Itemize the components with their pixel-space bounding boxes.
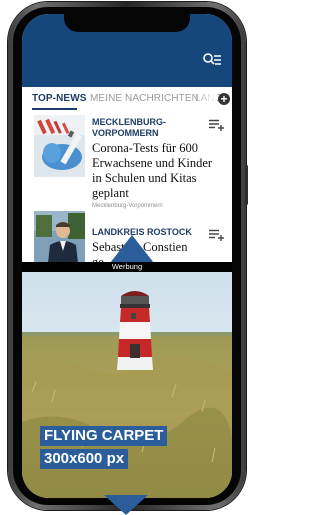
headline-line: Corona-Tests für 600	[92, 141, 199, 155]
article-kicker: MECKLENBURG- VORPOMMERN	[92, 117, 202, 138]
phone-side-button	[245, 165, 248, 205]
article-thumbnail	[34, 211, 85, 263]
tab-fade	[192, 87, 217, 109]
save-list-icon[interactable]	[209, 118, 225, 131]
tab-meine-nachrichten[interactable]: MEINE NACHRICHTEN	[90, 93, 199, 104]
article-headline[interactable]: Corona-Tests für 600 Erwachsene und Kind…	[92, 141, 227, 201]
tab-top-news[interactable]: TOP-NEWS	[32, 93, 87, 104]
search-menu-icon[interactable]	[202, 52, 222, 68]
article-thumbnail	[34, 115, 85, 177]
ad-size: 300x600 px	[40, 449, 129, 469]
tab-bar: TOP-NEWS MEINE NACHRICHTEN LAND +	[22, 87, 232, 111]
kicker-line: MECKLENBURG-	[92, 117, 166, 127]
add-icon[interactable]: +	[218, 93, 230, 105]
flying-carpet-ad[interactable]: FLYING CARPET 300x600 px	[22, 272, 232, 498]
phone-screen: TOP-NEWS MEINE NACHRICHTEN LAND + MECKLE…	[22, 14, 232, 498]
headline-line: geplant	[92, 186, 129, 200]
save-list-icon[interactable]	[209, 228, 225, 241]
headline-line: in Schulen und Kitas	[92, 171, 197, 185]
list-item[interactable]: MECKLENBURG- VORPOMMERN Corona-Tests für…	[22, 110, 232, 210]
ad-title: FLYING CARPET	[40, 426, 168, 446]
app-header	[22, 14, 232, 87]
scroll-up-arrow	[110, 235, 154, 263]
ad-label: Werbung	[111, 262, 143, 271]
headline-line: Erwachsene und Kinder	[92, 156, 213, 170]
phone-notch	[64, 14, 190, 32]
scroll-down-arrow	[104, 495, 148, 515]
article-source: Mecklenburg-Vorpommern	[92, 203, 163, 209]
kicker-line: VORPOMMERN	[92, 127, 159, 138]
